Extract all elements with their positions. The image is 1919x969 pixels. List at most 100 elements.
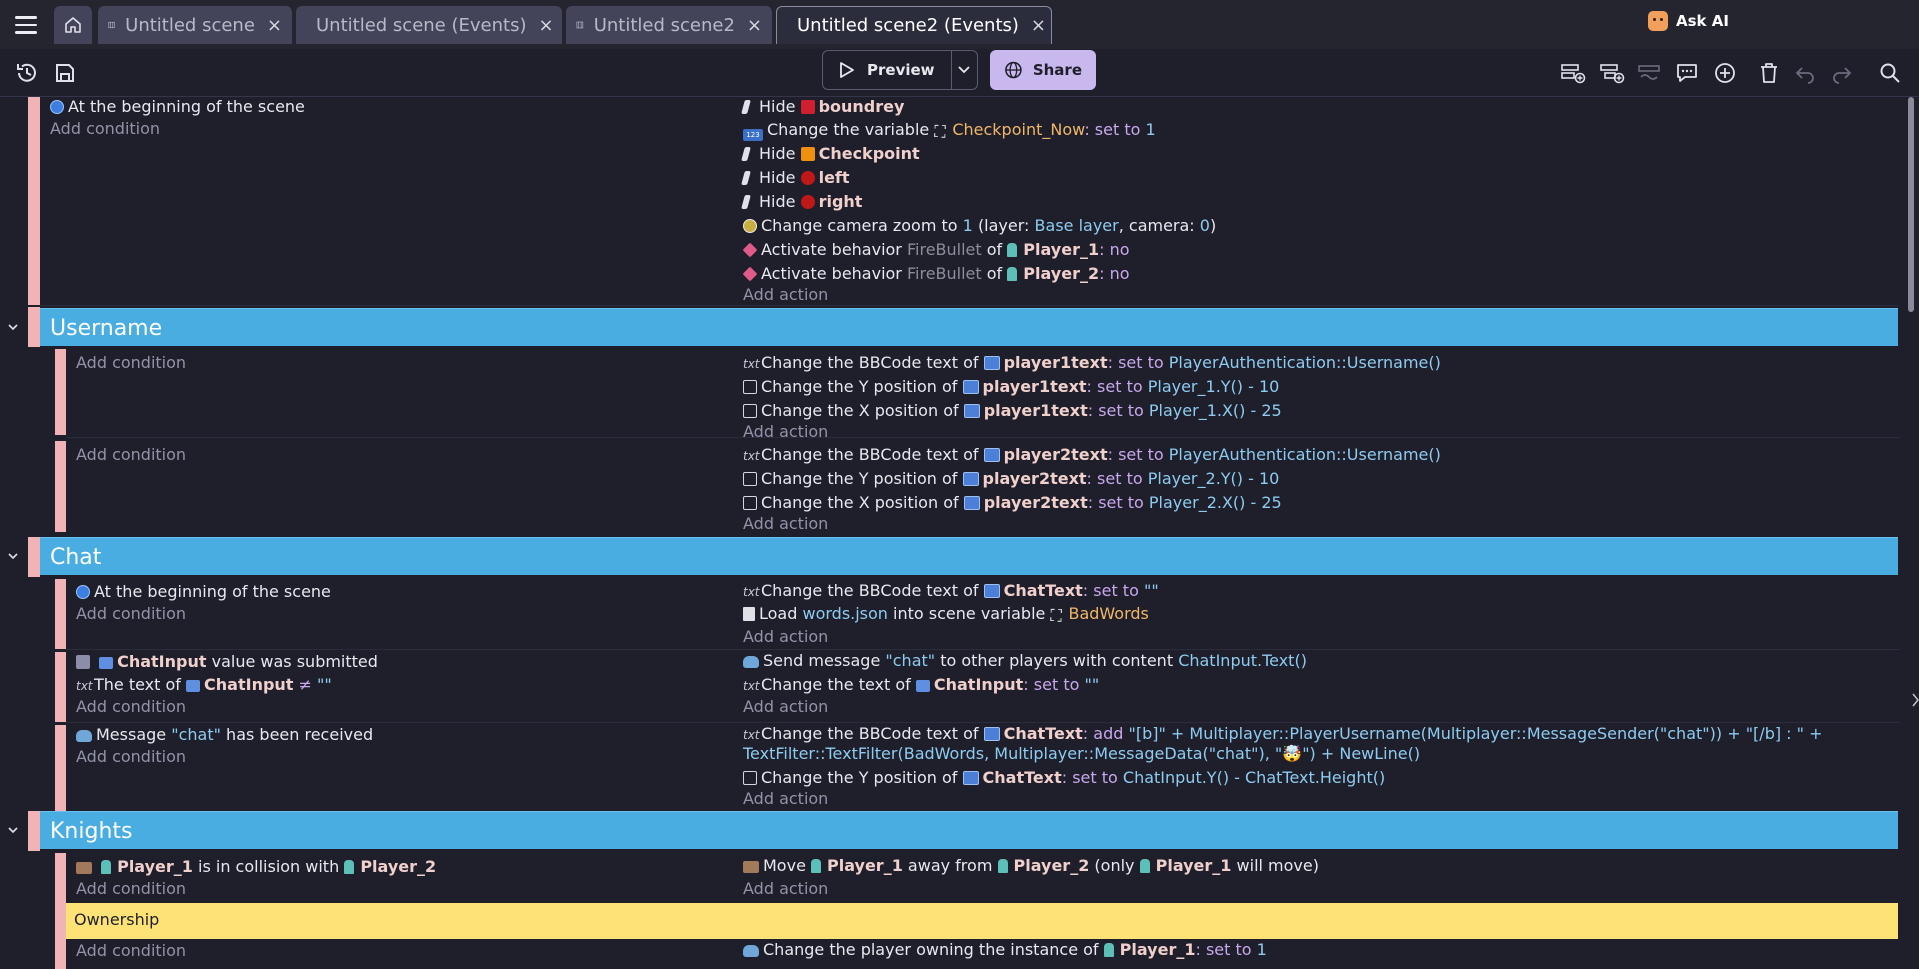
action-activate-behavior-p2[interactable]: Activate behavior FireBullet of Player_2… bbox=[742, 264, 1130, 284]
add-action-link[interactable]: Add action bbox=[743, 627, 828, 647]
action-hide-right[interactable]: Hide right bbox=[741, 192, 862, 212]
scene-variable-icon: ⛶ bbox=[1050, 606, 1062, 625]
action-bbcode-chattext-clear[interactable]: txtChange the BBCode text of ChatText: s… bbox=[743, 581, 1159, 602]
hamburger-menu-button[interactable] bbox=[10, 10, 42, 40]
home-tab[interactable] bbox=[54, 6, 92, 44]
row-separator bbox=[40, 305, 1900, 306]
delete-button[interactable] bbox=[1755, 59, 1783, 87]
row-separator bbox=[66, 437, 1900, 438]
add-condition-link[interactable]: Add condition bbox=[76, 445, 186, 465]
condition-message-received[interactable]: Message "chat" has been received bbox=[76, 725, 373, 745]
add-action-link[interactable]: Add action bbox=[743, 879, 828, 899]
scrollbar-thumb[interactable] bbox=[1908, 97, 1914, 312]
close-tab-icon[interactable]: × bbox=[538, 15, 553, 36]
condition-collision[interactable]: Player_1 is in collision with Player_2 bbox=[76, 857, 436, 877]
action-y-player2text[interactable]: Change the Y position of player2text: se… bbox=[743, 469, 1279, 489]
action-activate-behavior-p1[interactable]: Activate behavior FireBullet of Player_1… bbox=[742, 240, 1130, 260]
tab-untitled-scene[interactable]: Untitled scene × bbox=[98, 6, 292, 44]
action-y-chattext[interactable]: Change the Y position of ChatText: set t… bbox=[743, 768, 1385, 788]
history-button[interactable] bbox=[13, 59, 41, 87]
collapse-group-chat[interactable] bbox=[5, 548, 21, 564]
tab-untitled-scene-events[interactable]: Untitled scene (Events) × bbox=[296, 6, 562, 44]
add-condition-link[interactable]: Add condition bbox=[76, 604, 186, 624]
tab-untitled-scene2[interactable]: Untitled scene2 × bbox=[566, 6, 772, 44]
group-title: Knights bbox=[50, 819, 133, 844]
add-event-button[interactable] bbox=[1559, 59, 1587, 87]
action-camera-zoom[interactable]: Change camera zoom to 1 (layer: Base lay… bbox=[743, 216, 1216, 236]
event-bar[interactable] bbox=[55, 579, 66, 649]
group-username[interactable]: Username bbox=[40, 308, 1898, 346]
add-action-link[interactable]: Add action bbox=[743, 789, 828, 809]
preview-main-button[interactable]: Preview bbox=[823, 51, 952, 89]
add-action-link[interactable]: Add action bbox=[743, 285, 828, 305]
action-x-player2text[interactable]: Change the X position of player2text: se… bbox=[743, 493, 1282, 513]
hide-icon bbox=[741, 147, 751, 161]
action-load-json[interactable]: Load words.json into scene variable ⛶ Bad… bbox=[743, 604, 1149, 625]
close-tab-icon[interactable]: × bbox=[1031, 15, 1046, 36]
tab-untitled-scene2-events[interactable]: Untitled scene2 (Events) × bbox=[776, 6, 1052, 44]
add-condition-link[interactable]: Add condition bbox=[76, 747, 186, 767]
add-action-link[interactable]: Add action bbox=[743, 697, 828, 717]
position-icon bbox=[743, 404, 757, 418]
action-change-variable[interactable]: 123 Change the variable ⛶ Checkpoint_Now: … bbox=[743, 120, 1156, 141]
add-other-button[interactable] bbox=[1711, 59, 1739, 87]
undo-button[interactable] bbox=[1791, 59, 1819, 87]
action-bbcode-chattext-add[interactable]: txtChange the BBCode text of ChatText: a… bbox=[743, 724, 1823, 745]
add-comment-button[interactable] bbox=[1673, 59, 1701, 87]
action-bbcode-player1text[interactable]: txtChange the BBCode text of player1text… bbox=[743, 353, 1441, 374]
action-bbcode-expression-continued: TextFilter::TextFilter(BadWords, Multipl… bbox=[743, 744, 1421, 763]
text-object-icon bbox=[963, 496, 980, 510]
add-link-button[interactable] bbox=[1636, 59, 1664, 87]
event-bar[interactable] bbox=[55, 901, 66, 969]
ask-ai-label: Ask AI bbox=[1676, 12, 1729, 30]
group-chat[interactable]: Chat bbox=[40, 537, 1898, 575]
add-subevent-button[interactable] bbox=[1598, 59, 1626, 87]
event-bar[interactable] bbox=[28, 97, 40, 305]
event-bar[interactable] bbox=[55, 652, 66, 722]
action-change-owner[interactable]: Change the player owning the instance of… bbox=[743, 940, 1267, 960]
add-action-link[interactable]: Add action bbox=[743, 514, 828, 534]
add-action-link[interactable]: Add action bbox=[743, 422, 828, 442]
event-bar[interactable] bbox=[55, 349, 66, 435]
condition-begin-scene[interactable]: At the beginning of the scene bbox=[76, 582, 331, 602]
group-bar bbox=[28, 811, 40, 851]
action-hide-boundrey[interactable]: Hide boundrey bbox=[741, 97, 904, 117]
comment-ownership[interactable]: Ownership bbox=[66, 903, 1898, 939]
collapse-group-username[interactable] bbox=[5, 319, 21, 335]
preview-dropdown-button[interactable] bbox=[952, 51, 977, 89]
text-icon: txt bbox=[743, 679, 760, 693]
add-condition-link[interactable]: Add condition bbox=[76, 941, 186, 961]
add-condition-link[interactable]: Add condition bbox=[76, 879, 186, 899]
player-object-icon bbox=[1007, 267, 1018, 281]
action-hide-left[interactable]: Hide left bbox=[741, 168, 850, 188]
action-send-message[interactable]: Send message "chat" to other players wit… bbox=[743, 651, 1307, 671]
add-condition-link[interactable]: Add condition bbox=[76, 697, 186, 717]
preview-button[interactable]: Preview bbox=[822, 50, 978, 90]
search-button[interactable] bbox=[1876, 59, 1904, 87]
action-y-player1text[interactable]: Change the Y position of player1text: se… bbox=[743, 377, 1279, 397]
event-bar[interactable] bbox=[55, 853, 66, 901]
close-tab-icon[interactable]: × bbox=[747, 15, 762, 36]
action-change-text-chatinput[interactable]: txtChange the text of ChatInput: set to … bbox=[743, 675, 1099, 696]
event-bar[interactable] bbox=[55, 725, 66, 811]
action-bbcode-player2text[interactable]: txtChange the BBCode text of player2text… bbox=[743, 445, 1441, 466]
group-knights[interactable]: Knights bbox=[40, 811, 1898, 849]
action-x-player1text[interactable]: Change the X position of player1text: se… bbox=[743, 401, 1282, 421]
condition-text-not-empty[interactable]: txtThe text of ChatInput ≠ "" bbox=[76, 675, 332, 696]
action-hide-checkpoint[interactable]: Hide Checkpoint bbox=[741, 144, 920, 164]
add-condition-link[interactable]: Add condition bbox=[50, 119, 160, 139]
action-move-away[interactable]: Move Player_1 away from Player_2 (only P… bbox=[743, 856, 1319, 876]
position-icon bbox=[743, 771, 757, 785]
collapse-group-knights[interactable] bbox=[5, 822, 21, 838]
share-button[interactable]: Share bbox=[990, 50, 1096, 90]
event-bar[interactable] bbox=[55, 441, 66, 532]
condition-begin-scene[interactable]: At the beginning of the scene bbox=[50, 97, 305, 117]
condition-chatinput-submitted[interactable]: ChatInput value was submitted bbox=[76, 652, 378, 672]
comment-text: Ownership bbox=[74, 910, 160, 929]
close-tab-icon[interactable]: × bbox=[267, 15, 282, 36]
ask-ai-button[interactable]: Ask AI bbox=[1648, 9, 1729, 33]
save-button[interactable] bbox=[51, 59, 79, 87]
redo-button[interactable] bbox=[1828, 59, 1856, 87]
chevron-down-icon bbox=[8, 323, 18, 330]
add-condition-link[interactable]: Add condition bbox=[76, 353, 186, 373]
